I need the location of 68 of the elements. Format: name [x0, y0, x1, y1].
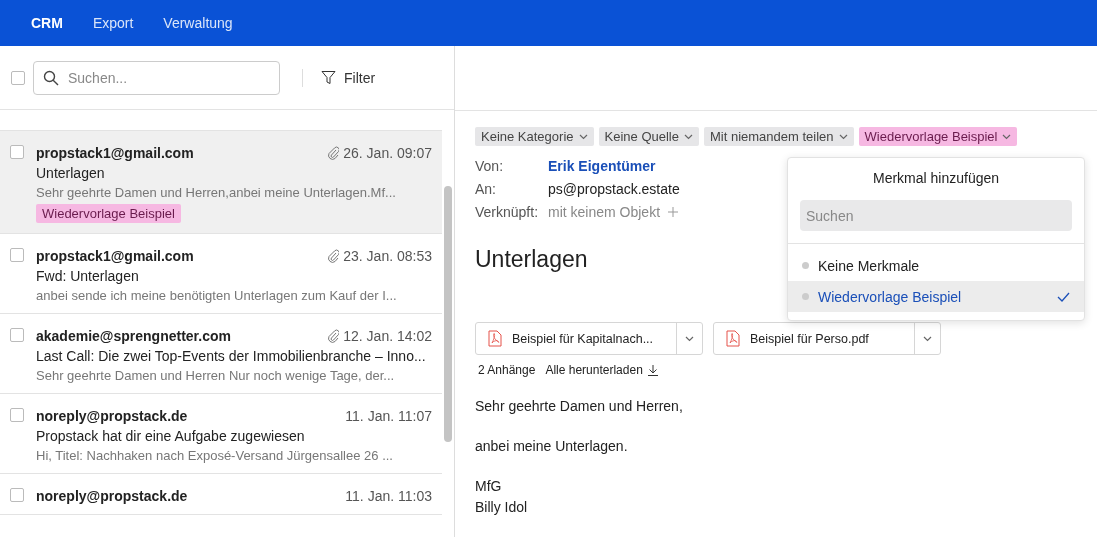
- search-icon: [43, 69, 59, 86]
- message-checkbox[interactable]: [10, 488, 24, 502]
- popover-search-field[interactable]: Suchen: [800, 200, 1072, 231]
- email-paragraph: MfG Billy Idol: [475, 477, 529, 517]
- message-subject: Propstack hat dir eine Aufgabe zugewiesen: [36, 428, 306, 444]
- download-icon: [647, 364, 658, 376]
- caret-icon: [1002, 133, 1012, 140]
- pdf-file-icon: [726, 330, 740, 347]
- pdf-file-icon: [488, 330, 502, 347]
- check-icon: [1057, 291, 1070, 302]
- category-dropdown[interactable]: Mit niemandem teilen: [703, 127, 854, 146]
- attachment-button[interactable]: Beispiel für Perso.pdf: [714, 323, 914, 354]
- scrollbar-thumb[interactable]: [444, 186, 452, 442]
- message-date: 23. Jan. 08:53: [343, 248, 432, 264]
- filter-icon: [321, 70, 336, 85]
- message-checkbox[interactable]: [10, 408, 24, 422]
- message-checkbox[interactable]: [10, 328, 24, 342]
- search-field[interactable]: Suchen...: [33, 60, 280, 95]
- field-label: Verknüpft:: [475, 204, 540, 220]
- sender: noreply@propstack.de: [36, 408, 188, 424]
- message-date: 26. Jan. 09:07: [343, 145, 432, 161]
- category-dropdown[interactable]: Wiedervorlage Beispiel: [858, 127, 1018, 146]
- category-dropdown[interactable]: Keine Kategorie: [475, 127, 594, 146]
- field-label: Von:: [475, 158, 505, 174]
- message-subject: Last Call: Die zwei Top-Events der Immobilienbranche – Inno...: [36, 348, 427, 364]
- field-value: ps@propstack.estate: [548, 181, 680, 197]
- message-row[interactable]: propstack1@gmail.com 26. Jan. 09:07 Unterlagen Sehr geehrte Damen und Herren,anbei meine Unterlagen.Mf... Wiedervorlage Beispiel: [0, 131, 442, 234]
- popover-title: Merkmal hinzufügen: [871, 170, 1001, 186]
- select-all-checkbox[interactable]: [11, 70, 25, 85]
- message-subject: Unterlagen: [36, 165, 106, 181]
- add-icon[interactable]: [668, 207, 679, 217]
- category-dropdown[interactable]: Keine Quelle: [598, 127, 699, 146]
- sender: noreply@propstack.de: [36, 488, 188, 504]
- email-subject: Unterlagen: [475, 246, 588, 273]
- caret-icon: [685, 335, 694, 342]
- message-date: 11. Jan. 11:07: [345, 408, 432, 424]
- email-paragraph: anbei meine Unterlagen.: [475, 437, 629, 456]
- email-paragraph: Sehr geehrte Damen und Herren,: [475, 397, 684, 416]
- message-subject: Fwd: Unterlagen: [36, 268, 140, 284]
- sender: propstack1@gmail.com: [36, 248, 194, 264]
- tag-option[interactable]: Keine Merkmale: [788, 250, 1084, 281]
- sender: akademie@sprengnetter.com: [36, 328, 231, 344]
- filter-button[interactable]: Filter: [317, 69, 380, 86]
- field-value[interactable]: Erik Eigentümer: [548, 158, 656, 174]
- message-preview: Sehr geehrte Damen und Herren,anbei meine Unterlagen.Mf...: [36, 185, 397, 200]
- field-label: An:: [475, 181, 497, 197]
- nav-tab[interactable]: Export: [77, 15, 149, 31]
- caret-icon: [683, 133, 693, 140]
- status-dot: [802, 262, 809, 269]
- message-checkbox[interactable]: [10, 248, 24, 262]
- message-preview: anbei sende ich meine benötigten Unterlagen zum Kauf der I...: [36, 288, 398, 303]
- status-dot: [802, 293, 809, 300]
- caret-icon: [578, 133, 588, 140]
- message-preview: Hi, Titel: Nachhaken nach Exposé-Versand Jürgensallee 26 ...: [36, 448, 394, 463]
- message-checkbox[interactable]: [10, 145, 24, 159]
- nav-tab[interactable]: CRM: [16, 15, 78, 31]
- tag-option[interactable]: Wiedervorlage Beispiel: [788, 281, 1084, 312]
- caret-icon: [838, 133, 848, 140]
- caret-icon: [923, 335, 932, 342]
- sender: propstack1@gmail.com: [36, 145, 194, 161]
- message-preview: Sehr geehrte Damen und Herren Nur noch wenige Tage, der...: [36, 368, 396, 383]
- nav-tab[interactable]: Verwaltung: [148, 15, 248, 31]
- message-date: 11. Jan. 11:03: [345, 488, 432, 504]
- download-all-link[interactable]: Alle herunterladen: [545, 363, 658, 377]
- attachment-count: 2 Anhänge: [478, 363, 536, 377]
- message-tag: Wiedervorlage Beispiel: [36, 204, 181, 223]
- attachment-button[interactable]: Beispiel für Kapitalnach...: [476, 323, 676, 354]
- message-date: 12. Jan. 14:02: [343, 328, 432, 344]
